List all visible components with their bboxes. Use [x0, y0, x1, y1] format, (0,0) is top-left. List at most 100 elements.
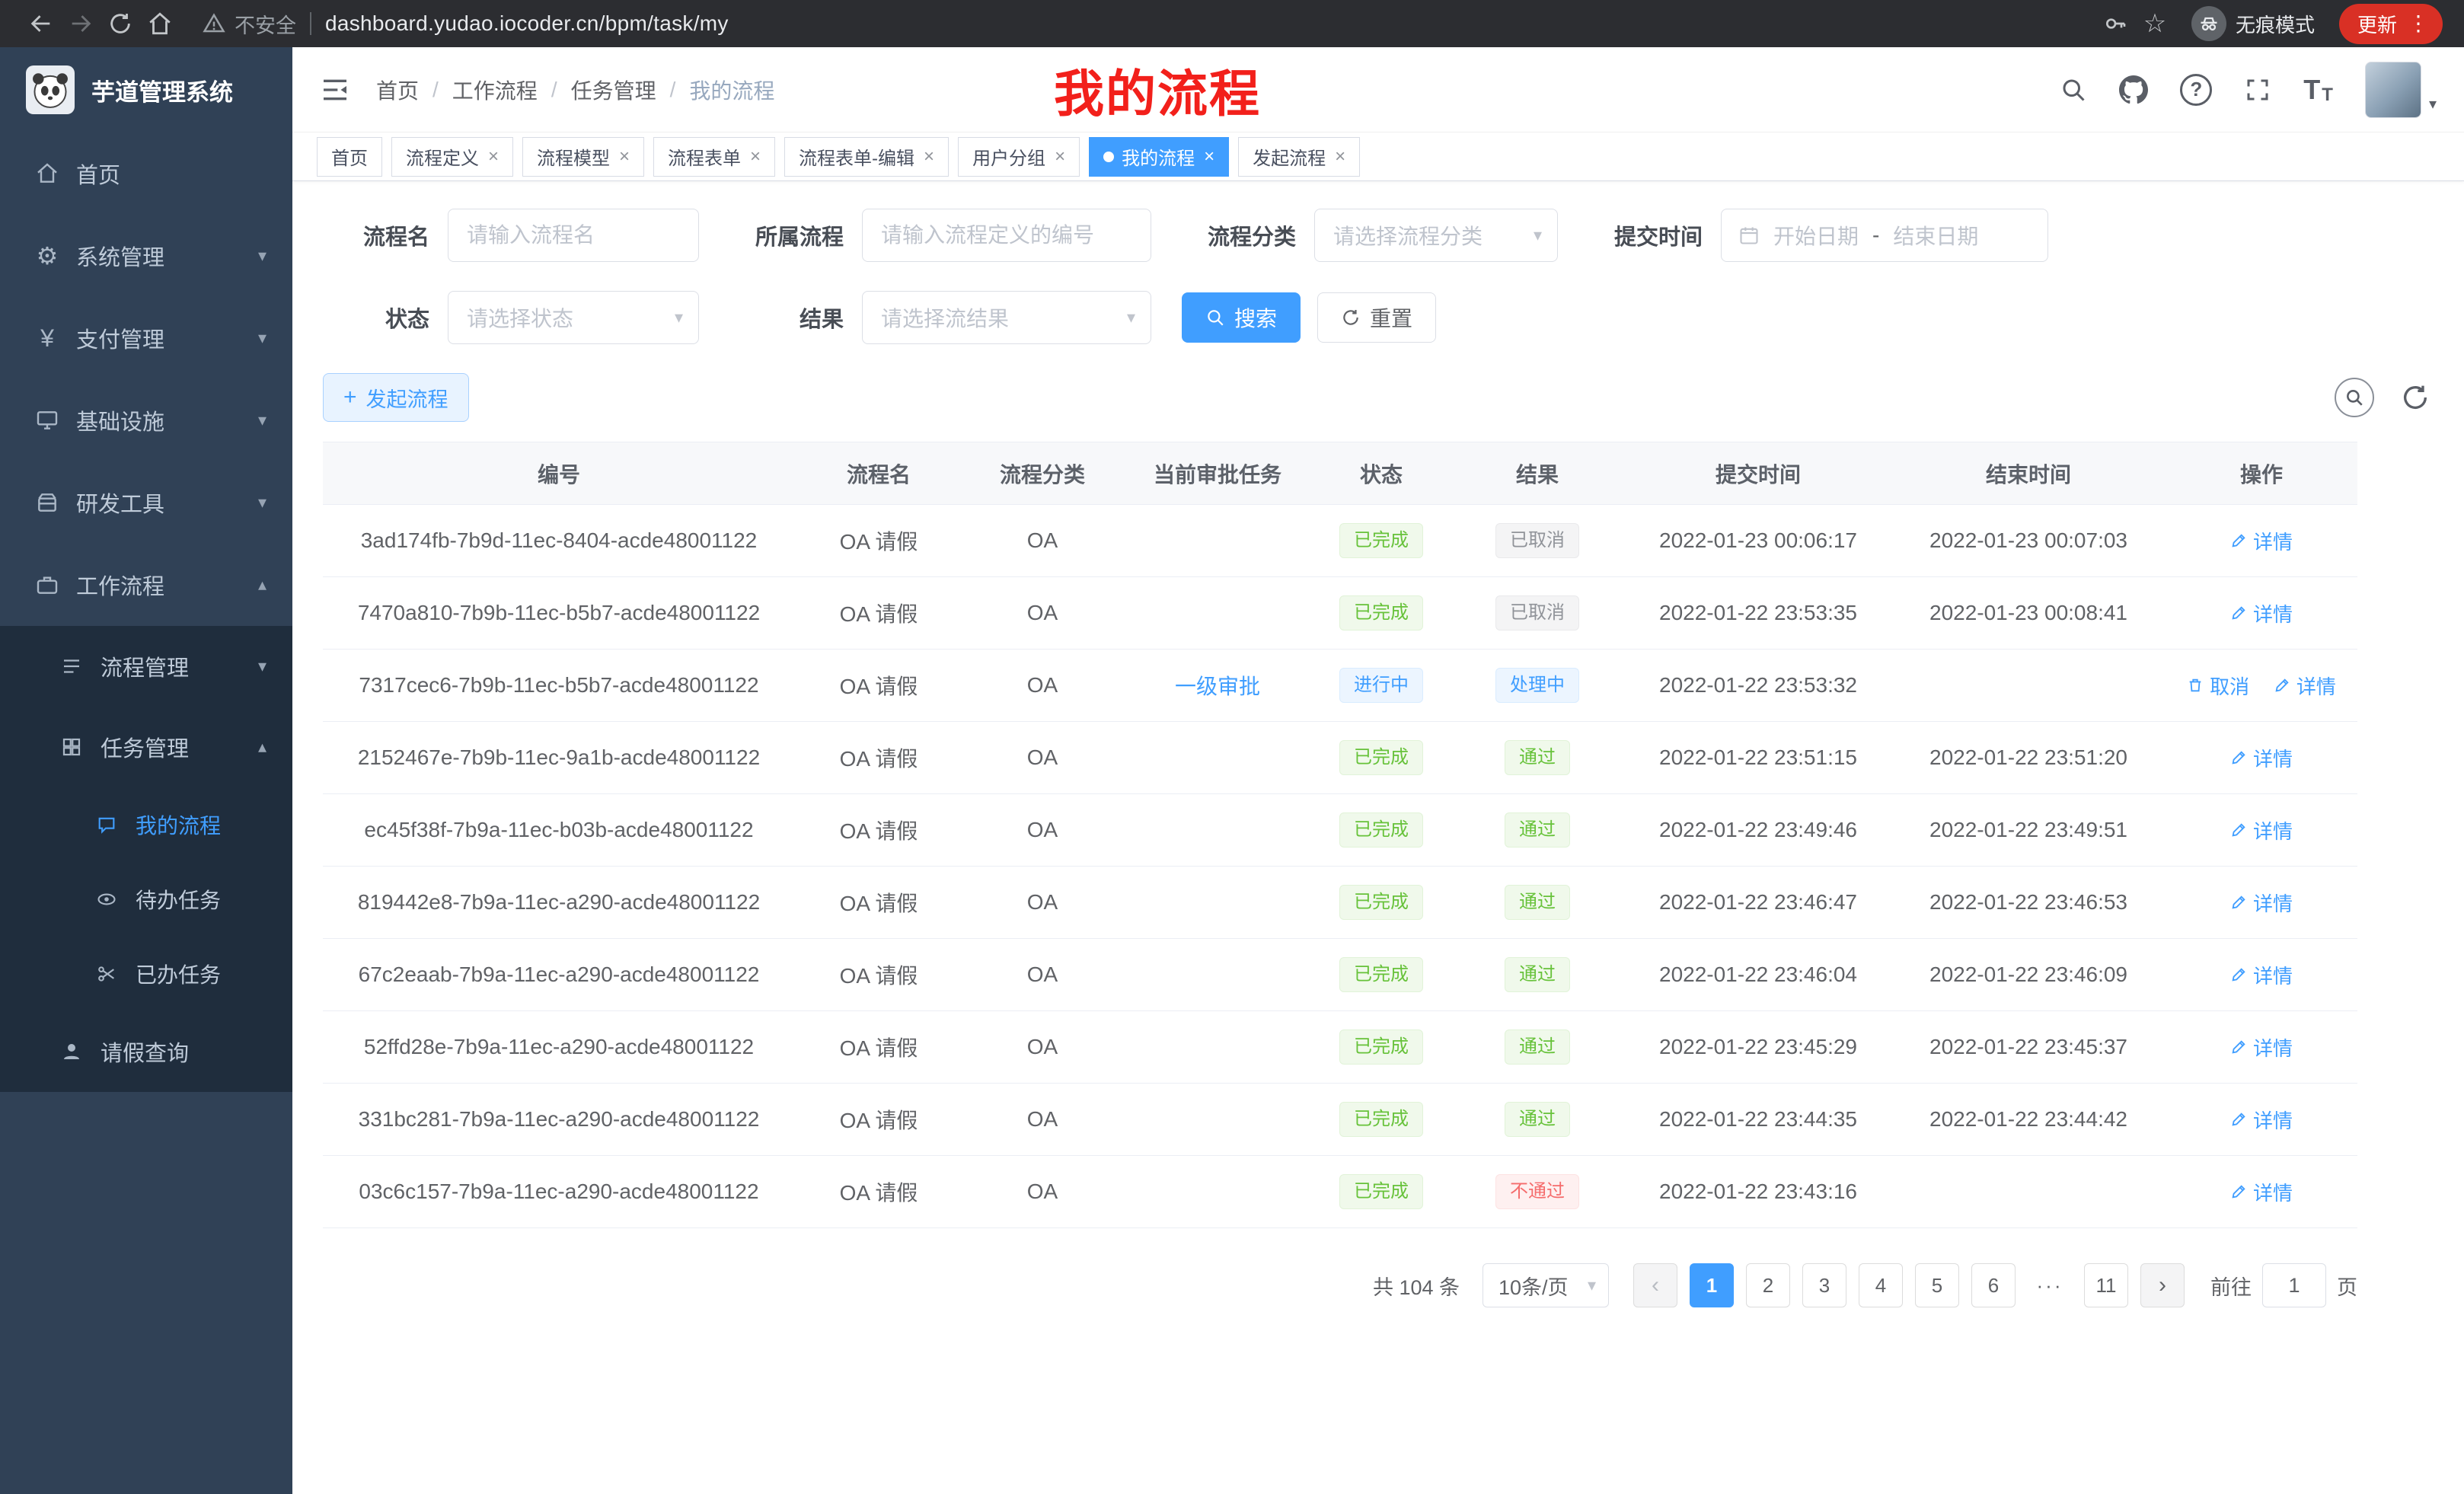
search-toggle-icon[interactable] — [2335, 378, 2374, 417]
github-icon[interactable] — [2119, 75, 2148, 104]
tab-process-form-edit[interactable]: 流程表单-编辑 × — [784, 137, 949, 177]
back-icon[interactable] — [21, 4, 61, 43]
sidebar-item-infrastructure[interactable]: 基础设施 ▾ — [0, 379, 292, 461]
process-category: OA — [962, 1156, 1122, 1228]
kebab-menu-icon[interactable]: ⋮ — [2408, 13, 2429, 34]
search-button[interactable]: 搜索 — [1182, 292, 1301, 343]
update-button[interactable]: 更新 ⋮ — [2339, 4, 2443, 44]
result-badge: 通过 — [1505, 885, 1570, 920]
page-button[interactable]: 3 — [1802, 1263, 1846, 1307]
search-icon[interactable] — [2060, 76, 2087, 104]
close-icon[interactable]: × — [750, 146, 761, 168]
result-select[interactable]: 请选择流结果 ▾ — [862, 291, 1151, 344]
submit-time: 2022-01-22 23:51:15 — [1625, 722, 1891, 794]
user-menu[interactable]: ▾ — [2365, 62, 2437, 118]
detail-link[interactable]: 详情 — [2274, 672, 2336, 700]
detail-link[interactable]: 详情 — [2230, 599, 2293, 627]
page-button[interactable]: 5 — [1915, 1263, 1959, 1307]
detail-link[interactable]: 详情 — [2230, 961, 2293, 989]
sidebar-item-task-management[interactable]: 任务管理 ▴ — [0, 707, 292, 787]
page-button[interactable]: 2 — [1746, 1263, 1790, 1307]
page-button[interactable]: 1 — [1690, 1263, 1734, 1307]
reload-icon[interactable] — [101, 4, 140, 43]
prev-page-button[interactable]: ‹ — [1633, 1263, 1677, 1307]
more-pages-icon[interactable]: ··· — [2028, 1263, 2072, 1307]
create-process-button[interactable]: + 发起流程 — [323, 373, 469, 422]
page-size-select[interactable]: 10条/页 ▾ — [1483, 1263, 1609, 1307]
page-button[interactable]: 11 — [2084, 1263, 2128, 1307]
detail-link[interactable]: 详情 — [2230, 744, 2293, 772]
close-icon[interactable]: × — [488, 146, 499, 168]
list-icon — [55, 655, 88, 678]
column-header: 结束时间 — [1891, 442, 2166, 505]
breadcrumb-item[interactable]: 工作流程 — [452, 75, 538, 105]
close-icon[interactable]: × — [1204, 146, 1214, 168]
home-icon[interactable] — [140, 4, 180, 43]
edit-icon — [2230, 1111, 2247, 1128]
tab-process-model[interactable]: 流程模型 × — [522, 137, 644, 177]
tab-my-processes[interactable]: 我的流程 × — [1089, 137, 1229, 177]
chevron-down-icon: ▾ — [258, 328, 267, 348]
table-row: 52ffd28e-7b9a-11ec-a290-acde48001122 OA … — [323, 1011, 2357, 1084]
sidebar-item-devtools[interactable]: 研发工具 ▾ — [0, 461, 292, 544]
detail-link[interactable]: 详情 — [2230, 1178, 2293, 1206]
sidebar-item-system[interactable]: ⚙ 系统管理 ▾ — [0, 215, 292, 297]
owner-process-input[interactable] — [862, 209, 1151, 262]
close-icon[interactable]: × — [1055, 146, 1065, 168]
sidebar-item-leave-query[interactable]: 请假查询 — [0, 1011, 292, 1092]
tab-process-definition[interactable]: 流程定义 × — [391, 137, 513, 177]
sidebar-item-label: 首页 — [76, 158, 120, 190]
status-badge: 已完成 — [1339, 1102, 1423, 1137]
submit-time: 2022-01-22 23:43:16 — [1625, 1156, 1891, 1228]
category-select[interactable]: 请选择流程分类 ▾ — [1314, 209, 1558, 262]
refresh-icon[interactable] — [2400, 382, 2430, 413]
status-badge: 已完成 — [1339, 885, 1423, 920]
sidebar-item-my-processes[interactable]: 我的流程 — [0, 787, 292, 862]
breadcrumb-item[interactable]: 任务管理 — [571, 75, 656, 105]
tab-start-process[interactable]: 发起流程 × — [1238, 137, 1360, 177]
detail-link[interactable]: 详情 — [2230, 1106, 2293, 1134]
status-select[interactable]: 请选择状态 ▾ — [448, 291, 699, 344]
page-button[interactable]: 6 — [1971, 1263, 2016, 1307]
goto-page-input[interactable] — [2262, 1263, 2326, 1307]
bookmark-star-icon[interactable]: ☆ — [2135, 4, 2175, 43]
next-page-button[interactable]: › — [2140, 1263, 2185, 1307]
reset-button[interactable]: 重置 — [1317, 292, 1436, 343]
edit-icon — [2230, 822, 2247, 838]
filter-label-owner-process: 所属流程 — [729, 219, 844, 251]
detail-link[interactable]: 详情 — [2230, 816, 2293, 844]
sidebar-item-label: 任务管理 — [101, 731, 189, 763]
tab-home[interactable]: 首页 — [317, 137, 382, 177]
detail-link[interactable]: 详情 — [2230, 1033, 2293, 1061]
sidebar-item-workflow[interactable]: 工作流程 ▴ — [0, 544, 292, 626]
detail-link[interactable]: 详情 — [2230, 527, 2293, 555]
forward-icon[interactable] — [61, 4, 101, 43]
current-task-link[interactable]: 一级审批 — [1175, 670, 1260, 701]
tab-process-form[interactable]: 流程表单 × — [653, 137, 775, 177]
help-icon[interactable]: ? — [2180, 74, 2212, 106]
sidebar-item-process-management[interactable]: 流程管理 ▾ — [0, 626, 292, 707]
close-icon[interactable]: × — [924, 146, 934, 168]
process-id: 52ffd28e-7b9a-11ec-a290-acde48001122 — [323, 1011, 795, 1084]
close-icon[interactable]: × — [1335, 146, 1345, 168]
sidebar-item-home[interactable]: 首页 — [0, 132, 292, 215]
sidebar-item-pending-tasks[interactable]: 待办任务 — [0, 862, 292, 937]
breadcrumb-item[interactable]: 首页 — [376, 75, 419, 105]
cancel-link[interactable]: 取消 — [2187, 672, 2249, 700]
address-bar[interactable]: 不安全 dashboard.yudao.iocoder.cn/bpm/task/… — [203, 9, 2073, 39]
result-badge: 不通过 — [1495, 1174, 1579, 1209]
close-icon[interactable]: × — [619, 146, 630, 168]
detail-label: 详情 — [2253, 816, 2293, 844]
tab-user-group[interactable]: 用户分组 × — [958, 137, 1080, 177]
hamburger-icon[interactable] — [320, 75, 350, 105]
sidebar-item-payment[interactable]: ¥ 支付管理 ▾ — [0, 297, 292, 379]
font-size-icon[interactable]: TT — [2303, 74, 2333, 106]
process-name-input[interactable] — [448, 209, 699, 262]
sidebar-item-done-tasks[interactable]: 已办任务 — [0, 937, 292, 1011]
detail-link[interactable]: 详情 — [2230, 889, 2293, 917]
key-icon[interactable] — [2095, 4, 2135, 43]
fullscreen-icon[interactable] — [2244, 76, 2271, 104]
avatar[interactable] — [2365, 62, 2421, 118]
page-button[interactable]: 4 — [1859, 1263, 1903, 1307]
submit-time-range-picker[interactable]: 开始日期 - 结束日期 — [1721, 209, 2048, 262]
